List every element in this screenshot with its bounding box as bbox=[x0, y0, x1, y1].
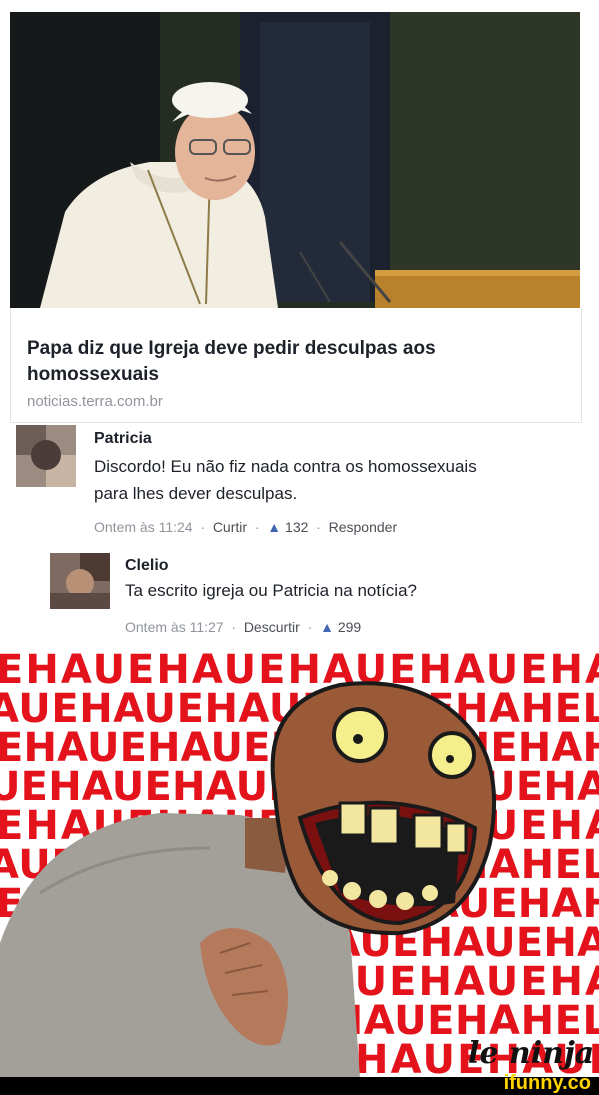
article-domain: noticias.terra.com.br bbox=[27, 393, 163, 410]
ninja-signature: le ninja bbox=[468, 1036, 594, 1071]
like-count[interactable]: 132 bbox=[285, 519, 308, 535]
separator-dot: · bbox=[250, 519, 268, 535]
separator-dot: · bbox=[303, 619, 321, 635]
like-count[interactable]: 299 bbox=[338, 619, 361, 635]
meme-panel: EHAUEHAUEHAUEHAUEHAAUEHAUEHAUEHAUEHAHELE… bbox=[0, 643, 599, 1078]
link-preview-card[interactable]: Papa diz que Igreja deve pedir desculpas… bbox=[10, 308, 582, 423]
facebook-post: Papa diz que Igreja deve pedir desculpas… bbox=[0, 0, 599, 643]
thumbs-up-icon: ▲ bbox=[320, 619, 334, 635]
laughing-meme: EHAUEHAUEHAUEHAUEHAAUEHAUEHAUEHAUEHAHELE… bbox=[0, 647, 599, 1078]
unlike-link[interactable]: Descurtir bbox=[244, 619, 300, 635]
article-headline[interactable]: Papa diz que Igreja deve pedir desculpas… bbox=[27, 336, 547, 388]
pope-photo-illustration bbox=[10, 12, 580, 308]
comment-meta: Ontem às 11:27 · Descurtir · ▲ 299 bbox=[125, 619, 361, 635]
comment-text: Discordo! Eu não fiz nada contra os homo… bbox=[94, 457, 477, 503]
reply-link[interactable]: Responder bbox=[329, 519, 398, 535]
separator-dot: · bbox=[227, 619, 244, 635]
clelio-avatar[interactable] bbox=[50, 553, 110, 609]
separator-dot: · bbox=[196, 519, 213, 535]
comment-time[interactable]: Ontem às 11:27 bbox=[125, 619, 224, 635]
avatar-image bbox=[16, 425, 76, 487]
like-link[interactable]: Curtir bbox=[213, 519, 247, 535]
thumbs-up-icon: ▲ bbox=[267, 519, 282, 535]
comment-meta: Ontem às 11:24 · Curtir · ▲ 132 · Respon… bbox=[94, 519, 397, 535]
separator-dot: · bbox=[312, 519, 329, 535]
patricia-avatar[interactable] bbox=[16, 425, 76, 487]
pope-photo[interactable] bbox=[10, 12, 580, 308]
comment-time[interactable]: Ontem às 11:24 bbox=[94, 519, 193, 535]
avatar-image bbox=[50, 553, 110, 609]
ifunny-watermark[interactable]: ifunny.co bbox=[504, 1072, 591, 1095]
comment-author[interactable]: Patricia bbox=[94, 430, 152, 448]
comment-text: Ta escrito igreja ou Patricia na notícia… bbox=[125, 581, 417, 600]
rage-face bbox=[270, 681, 497, 936]
comment-author[interactable]: Clelio bbox=[125, 557, 169, 575]
